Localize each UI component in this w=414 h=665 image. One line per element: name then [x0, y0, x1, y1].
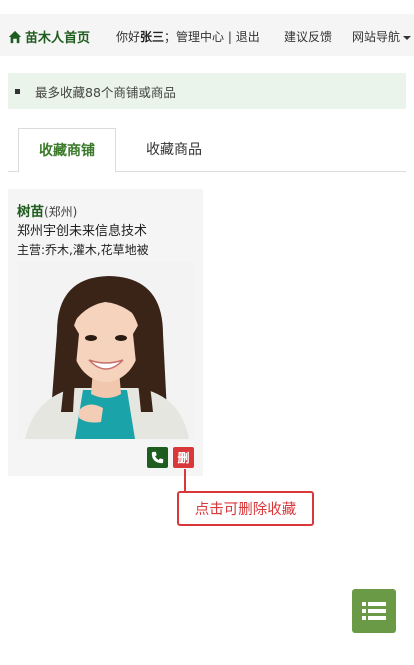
call-button[interactable]	[147, 447, 168, 468]
feedback-link[interactable]: 建议反馈	[284, 28, 332, 45]
logout-link[interactable]: 退出	[236, 30, 260, 44]
delete-favorite-button[interactable]: 删	[173, 447, 194, 468]
main-business: 主营:乔木,灌木,花草地被	[17, 243, 149, 257]
company-name: 郑州宇创未来信息技术	[17, 224, 148, 239]
greeting-separator: ；	[164, 30, 177, 44]
home-link[interactable]: 苗木人首页	[8, 27, 90, 46]
caret-down-icon	[403, 35, 412, 40]
shop-name: 树苗	[17, 204, 44, 220]
delete-tooltip: 点击可删除收藏	[177, 491, 314, 526]
favorites-tabs: 收藏商铺 收藏商品	[8, 128, 406, 173]
portrait-image	[17, 262, 194, 439]
phone-icon	[151, 451, 164, 464]
link-divider: |	[224, 30, 236, 44]
home-icon	[8, 30, 22, 43]
home-link-label: 苗木人首页	[25, 31, 91, 46]
floating-menu-button[interactable]	[352, 589, 396, 633]
shop-title[interactable]: 树苗(郑州)	[17, 200, 77, 220]
tab-favorite-products[interactable]: 收藏商品	[134, 128, 214, 172]
site-nav-label: 网站导航	[352, 30, 401, 44]
shop-photo[interactable]	[17, 262, 194, 439]
admin-center-link[interactable]: 管理中心	[176, 30, 224, 44]
site-nav-dropdown[interactable]: 网站导航	[352, 28, 412, 45]
tooltip-connector	[184, 469, 186, 492]
favorites-limit-notice: 最多收藏88个商铺或商品	[8, 73, 406, 109]
greeting-prefix: 你好	[116, 30, 141, 44]
username: 张三	[140, 30, 165, 44]
user-greeting: 你好张三；管理中心 | 退出	[116, 28, 260, 45]
shop-location: (郑州)	[44, 205, 78, 219]
shop-card[interactable]: 树苗(郑州) 郑州宇创未来信息技术 主营:乔木,灌木,花草地被 删	[8, 189, 203, 476]
notice-text: 最多收藏88个商铺或商品	[35, 84, 176, 100]
list-menu-icon	[362, 602, 386, 620]
bullet-icon	[15, 88, 20, 94]
top-nav-bar: 苗木人首页 你好张三；管理中心 | 退出 建议反馈 网站导航	[0, 14, 414, 56]
tab-favorite-shops[interactable]: 收藏商铺	[18, 128, 116, 173]
